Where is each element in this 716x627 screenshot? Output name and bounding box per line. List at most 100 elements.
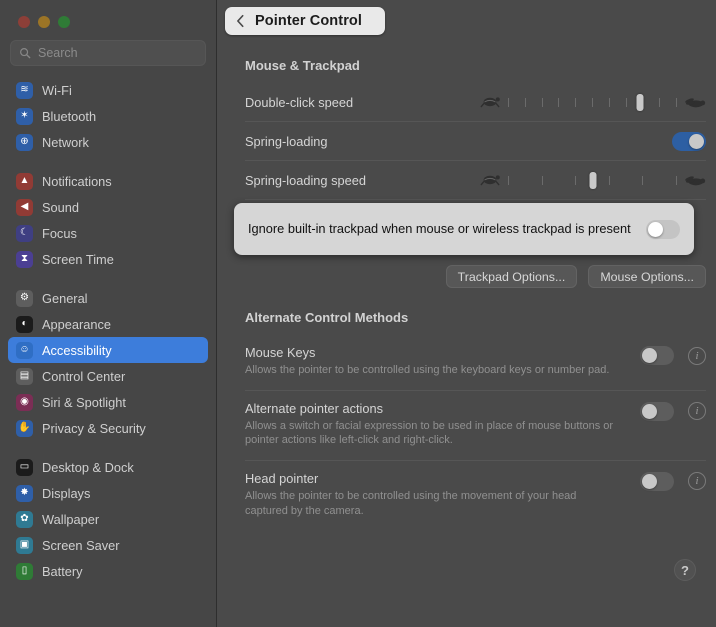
info-icon[interactable]: i bbox=[688, 472, 706, 491]
turtle-icon bbox=[480, 97, 500, 108]
toggle-knob bbox=[648, 221, 663, 237]
alternate-control-description: Allows the pointer to be controlled usin… bbox=[245, 364, 610, 376]
sidebar-item-screen-saver[interactable]: ▣ Screen Saver bbox=[8, 532, 208, 558]
focus-icon: ☾ bbox=[16, 224, 33, 242]
sidebar-item-notifications[interactable]: ▲ Notifications bbox=[8, 168, 208, 194]
alternate-control-toggle[interactable] bbox=[640, 471, 674, 491]
toggle-knob bbox=[642, 348, 657, 363]
back-to-pointer-control-button[interactable]: Pointer Control bbox=[225, 7, 385, 35]
system-settings-window: Search ≋ Wi-Fi ✶ Bluetooth ⊕ Network ▲ Notifica… bbox=[0, 0, 716, 627]
sidebar-item-label: Wi-Fi bbox=[42, 82, 72, 98]
sidebar-item-sound[interactable]: ◀ Sound bbox=[8, 194, 208, 220]
zoom-button[interactable] bbox=[58, 16, 70, 28]
alternate-control-description: Allows a switch or facial expression to … bbox=[245, 419, 614, 447]
alternate-control-toggle[interactable] bbox=[640, 346, 674, 365]
wifi-icon: ≋ bbox=[16, 81, 33, 99]
alternate-control-row: Mouse Keys Allows the pointer to be contr… bbox=[245, 335, 706, 382]
sound-icon: ◀ bbox=[16, 198, 33, 216]
help-button[interactable]: ? bbox=[674, 559, 696, 581]
mouse-trackpad-section-title: Mouse & Trackpad bbox=[245, 58, 360, 73]
spring-loading-knob[interactable] bbox=[589, 172, 596, 189]
sidebar-item-label: Desktop & Dock bbox=[42, 459, 134, 475]
spring-loading-label: Spring-loading bbox=[245, 133, 328, 149]
search-icon bbox=[20, 48, 31, 59]
double-click-track[interactable] bbox=[508, 92, 677, 112]
minimize-button[interactable] bbox=[38, 16, 50, 28]
sidebar-item-label: Wallpaper bbox=[42, 511, 100, 527]
sidebar-group: ⚙ General ◐ Appearance ☺ Accessibility ▤ Contro… bbox=[0, 285, 216, 441]
sidebar-item-battery[interactable]: ▯ Battery bbox=[8, 558, 208, 584]
sidebar-item-desktop-dock[interactable]: ▭ Desktop & Dock bbox=[8, 454, 208, 480]
sidebar-item-label: Focus bbox=[42, 225, 77, 241]
sidebar-item-label: Privacy & Security bbox=[42, 420, 146, 436]
alternate-control-list: Mouse Keys Allows the pointer to be contr… bbox=[245, 335, 706, 522]
sidebar-item-label: Appearance bbox=[42, 316, 112, 332]
sidebar-group: ≋ Wi-Fi ✶ Bluetooth ⊕ Network bbox=[0, 77, 216, 155]
sidebar-item-privacy-security[interactable]: ✋ Privacy & Security bbox=[8, 415, 208, 441]
spring-loading-speed-slider[interactable] bbox=[479, 170, 706, 190]
sidebar-nav: ≋ Wi-Fi ✶ Bluetooth ⊕ Network ▲ Notifications ◀ S… bbox=[0, 77, 216, 584]
alternate-control-toggle[interactable] bbox=[640, 401, 674, 421]
mouse-options-button[interactable]: Mouse Options... bbox=[588, 265, 706, 288]
sidebar-item-control-center[interactable]: ▤ Control Center bbox=[8, 363, 208, 389]
alternate-control-section-title: Alternate Control Methods bbox=[245, 310, 409, 325]
sidebar-item-displays[interactable]: ✸ Displays bbox=[8, 480, 208, 506]
page-title: Pointer Control bbox=[255, 13, 363, 29]
alternate-control-text: Head pointer Allows the pointer to be con… bbox=[245, 471, 640, 518]
title-bar: Pointer Control bbox=[217, 0, 716, 42]
spring-loading-track[interactable] bbox=[508, 170, 677, 190]
screen-saver-icon: ▣ bbox=[16, 536, 33, 554]
sidebar-item-wallpaper[interactable]: ✿ Wallpaper bbox=[8, 506, 208, 532]
accessibility-icon: ☺ bbox=[16, 341, 33, 359]
sidebar-group-separator bbox=[0, 272, 216, 285]
alternate-control-row: Alternate pointer actions Allows a switch… bbox=[245, 391, 706, 452]
sidebar-item-screen-time[interactable]: ⧗ Screen Time bbox=[8, 246, 208, 272]
sidebar-item-network[interactable]: ⊕ Network bbox=[8, 129, 208, 155]
close-button[interactable] bbox=[18, 16, 30, 28]
alternate-control-controls: i bbox=[640, 401, 706, 421]
ignore-builtin-trackpad-toggle[interactable] bbox=[646, 219, 680, 239]
sidebar-item-label: Sound bbox=[42, 199, 80, 215]
toggle-knob bbox=[642, 473, 657, 489]
wallpaper-icon: ✿ bbox=[16, 510, 33, 528]
notifications-icon: ▲ bbox=[16, 172, 33, 190]
sidebar-item-accessibility[interactable]: ☺ Accessibility bbox=[8, 337, 208, 363]
sidebar: Search ≋ Wi-Fi ✶ Bluetooth ⊕ Network ▲ Notifica… bbox=[0, 0, 217, 627]
double-click-ticks bbox=[508, 92, 677, 112]
options-button-row: Trackpad Options... Mouse Options... bbox=[245, 265, 706, 288]
spring-loading-toggle[interactable] bbox=[672, 131, 706, 151]
sidebar-item-bluetooth[interactable]: ✶ Bluetooth bbox=[8, 103, 208, 129]
sidebar-item-wi-fi[interactable]: ≋ Wi-Fi bbox=[8, 77, 208, 103]
rabbit-icon bbox=[685, 176, 706, 186]
alternate-control-text: Mouse Keys Allows the pointer to be contr… bbox=[245, 345, 640, 378]
alternate-control-text: Alternate pointer actions Allows a switch… bbox=[245, 401, 640, 448]
sidebar-item-label: Screen Time bbox=[42, 251, 114, 267]
double-click-knob[interactable] bbox=[636, 94, 644, 111]
double-click-speed-row: Double-click speed bbox=[245, 83, 706, 121]
sidebar-item-label: Displays bbox=[42, 485, 91, 501]
network-icon: ⊕ bbox=[16, 133, 33, 151]
trackpad-options-button[interactable]: Trackpad Options... bbox=[445, 265, 578, 288]
info-icon[interactable]: i bbox=[688, 346, 706, 365]
turtle-icon bbox=[480, 175, 500, 186]
search-container: Search bbox=[0, 28, 216, 66]
help-label: ? bbox=[681, 562, 689, 578]
button-label: Trackpad Options... bbox=[457, 269, 566, 284]
control-center-icon: ▤ bbox=[16, 367, 33, 385]
sidebar-item-siri-spotlight[interactable]: ◉ Siri & Spotlight bbox=[8, 389, 208, 415]
sidebar-item-label: Accessibility bbox=[42, 342, 112, 358]
desktop-dock-icon: ▭ bbox=[16, 458, 33, 476]
general-icon: ⚙ bbox=[16, 289, 33, 307]
search-placeholder: Search bbox=[38, 46, 78, 60]
sidebar-group-separator bbox=[0, 155, 216, 168]
sidebar-item-appearance[interactable]: ◐ Appearance bbox=[8, 311, 208, 337]
sidebar-item-focus[interactable]: ☾ Focus bbox=[8, 220, 208, 246]
screen-time-icon: ⧗ bbox=[16, 250, 33, 268]
search-input[interactable]: Search bbox=[10, 40, 206, 66]
sidebar-item-general[interactable]: ⚙ General bbox=[8, 285, 208, 311]
info-icon[interactable]: i bbox=[688, 402, 706, 421]
settings-content: Mouse & Trackpad Double-click speed Spri… bbox=[217, 58, 716, 522]
toggle-knob bbox=[642, 403, 657, 419]
double-click-speed-slider[interactable] bbox=[479, 92, 706, 112]
ignore-builtin-trackpad-card: Ignore built-in trackpad when mouse or w… bbox=[234, 203, 694, 255]
